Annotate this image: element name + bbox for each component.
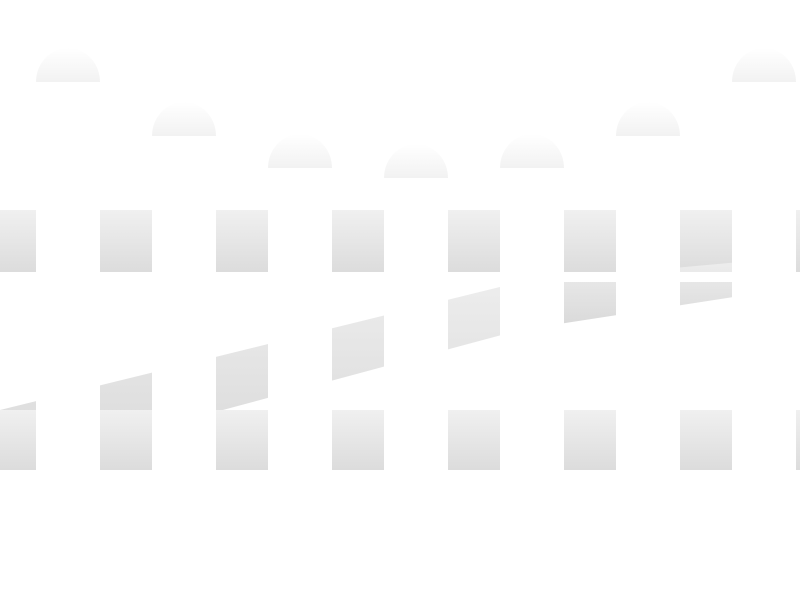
fence-scene [0, 0, 800, 600]
picket [36, 48, 100, 552]
picket-cap [152, 102, 216, 136]
picket-body [268, 170, 332, 552]
picket [268, 134, 332, 552]
picket-cap [616, 102, 680, 136]
picket-body [616, 138, 680, 552]
picket-cap [36, 48, 100, 82]
picket [384, 144, 448, 552]
fence-illustration [0, 48, 800, 552]
picket-body [36, 84, 100, 552]
picket [616, 102, 680, 552]
picket-cap [500, 134, 564, 168]
picket-cap [732, 48, 796, 82]
picket-body [732, 84, 796, 552]
picket [500, 134, 564, 552]
picket [152, 102, 216, 552]
picket-body [500, 170, 564, 552]
picket-cap [384, 144, 448, 178]
picket-cap [268, 134, 332, 168]
picket-body [152, 138, 216, 552]
picket [732, 48, 796, 552]
picket-body [384, 180, 448, 552]
